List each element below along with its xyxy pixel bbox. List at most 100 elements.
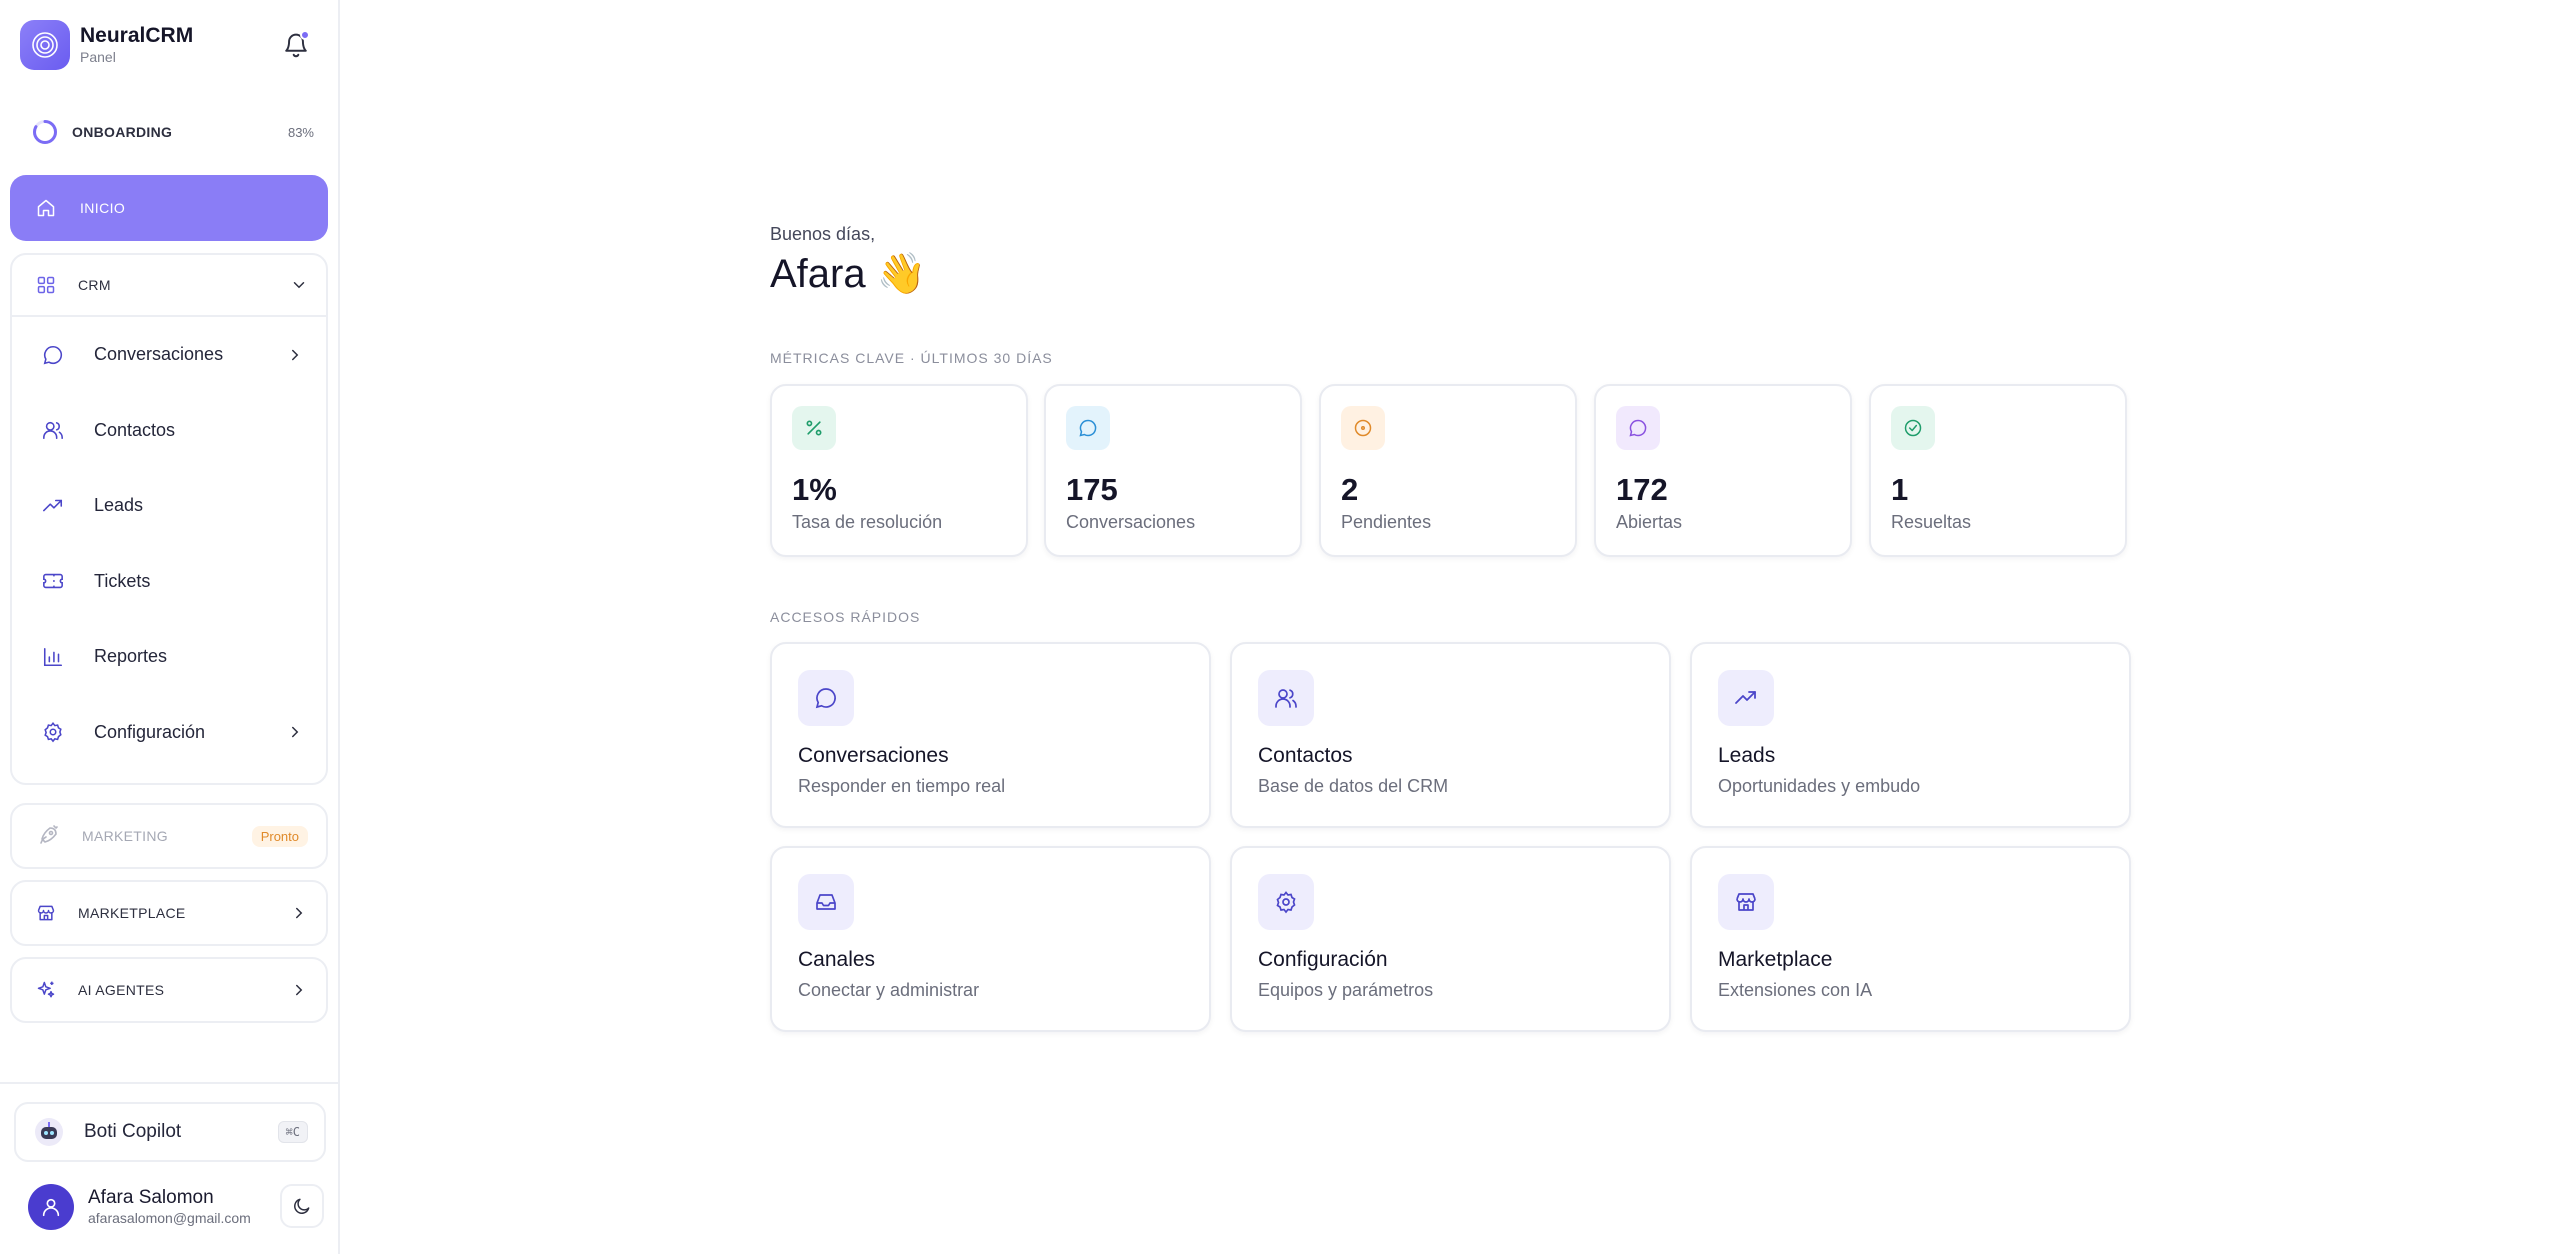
- users-icon: [43, 422, 63, 440]
- trending-up-icon: [43, 499, 63, 512]
- user-name: Afara Salomon: [88, 1187, 214, 1208]
- brand-logo-icon: [20, 20, 70, 70]
- quick-card-canales[interactable]: Canales Conectar y administrar: [770, 846, 1211, 1032]
- onboarding-progress[interactable]: ONBOARDING 83%: [32, 117, 314, 147]
- metric-label: Tasa de resolución: [792, 512, 943, 532]
- coming-soon-badge: Pronto: [251, 825, 308, 847]
- brand-subtitle: Panel: [80, 49, 116, 65]
- metric-label: Pendientes: [1341, 512, 1432, 532]
- chevron-right-icon: [296, 907, 303, 919]
- sidebar-item-leads[interactable]: Leads: [12, 468, 326, 544]
- progress-ring-icon: [33, 120, 57, 144]
- sparkles-icon: [37, 981, 55, 998]
- notifications-button[interactable]: [282, 30, 312, 62]
- copilot-button[interactable]: Boti Copilot ⌘C: [14, 1102, 326, 1162]
- quick-card-title: Conversaciones: [798, 744, 949, 767]
- crm-label: CRM: [78, 277, 111, 293]
- home-icon: [37, 199, 55, 217]
- user-profile[interactable]: Afara Salomon afarasalomon@gmail.com: [28, 1184, 251, 1230]
- quick-icon-wrap: [798, 874, 854, 930]
- quick-card-title: Configuración: [1258, 948, 1388, 971]
- quick-card-title: Leads: [1718, 744, 1776, 767]
- check-circle-icon: [1904, 419, 1922, 437]
- quick-card-desc: Conectar y administrar: [798, 980, 980, 1000]
- sidebar-item-conversaciones[interactable]: Conversaciones: [12, 317, 326, 393]
- user-email: afarasalomon@gmail.com: [88, 1210, 251, 1226]
- user-icon: [42, 1198, 60, 1217]
- metrics-section-label: MÉTRICAS CLAVE · ÚLTIMOS 30 DÍAS: [770, 350, 1053, 366]
- quick-icon-wrap: [1718, 874, 1774, 930]
- quick-card-desc: Oportunidades y embudo: [1718, 776, 1921, 796]
- sidebar-item-label: Reportes: [94, 646, 168, 667]
- nav-home[interactable]: INICIO: [10, 175, 328, 241]
- sidebar: NeuralCRM Panel ONBOARDING 83% INICIO CR…: [0, 0, 340, 1254]
- sidebar-item-marketplace[interactable]: MARKETPLACE: [10, 880, 328, 946]
- metric-card-conversaciones: 175 Conversaciones: [1044, 384, 1302, 557]
- percent-icon: [806, 420, 822, 436]
- metric-icon-wrap: [1891, 406, 1935, 450]
- greeting-name: Afara 👋: [770, 252, 927, 296]
- sidebar-footer: Boti Copilot ⌘C Afara Salomon afarasalom…: [0, 1082, 340, 1254]
- metric-icon-wrap: [1616, 406, 1660, 450]
- metric-icon-wrap: [1066, 406, 1110, 450]
- quick-card-marketplace[interactable]: Marketplace Extensiones con IA: [1690, 846, 2131, 1032]
- sidebar-item-marketing[interactable]: MARKETING Pronto: [10, 803, 328, 869]
- chat-bubble-icon: [43, 345, 63, 365]
- sidebar-item-label: Leads: [94, 495, 144, 516]
- quick-card-desc: Base de datos del CRM: [1258, 776, 1449, 796]
- bar-chart-icon: [43, 647, 63, 666]
- rocket-icon: [40, 825, 58, 844]
- metric-value: 2: [1341, 472, 1359, 507]
- trending-up-icon: [1735, 691, 1756, 704]
- sidebar-item-ai-agentes[interactable]: AI AGENTES: [10, 957, 328, 1023]
- quick-icon-wrap: [1258, 874, 1314, 930]
- quick-icon-wrap: [798, 670, 854, 726]
- quick-card-title: Marketplace: [1718, 948, 1833, 971]
- quick-card-desc: Responder en tiempo real: [798, 776, 1006, 796]
- chat-bubble-icon: [1079, 419, 1097, 437]
- users-icon: [1275, 689, 1297, 708]
- greeting-subtitle: Buenos días,: [770, 224, 876, 244]
- quick-card-leads[interactable]: Leads Oportunidades y embudo: [1690, 642, 2131, 828]
- sidebar-item-tickets[interactable]: Tickets: [12, 544, 326, 620]
- marketplace-label: MARKETPLACE: [78, 905, 186, 921]
- gear-icon: [1276, 891, 1296, 914]
- theme-toggle-button[interactable]: [280, 1184, 324, 1228]
- crm-section: CRM Conversaciones Contactos Leads Ticke…: [10, 253, 328, 785]
- metric-value: 1: [1891, 472, 1909, 507]
- gear-icon: [44, 722, 62, 743]
- ai-agentes-label: AI AGENTES: [78, 982, 165, 998]
- quick-card-contactos[interactable]: Contactos Base de datos del CRM: [1230, 642, 1671, 828]
- avatar: [28, 1184, 74, 1230]
- robot-icon: [35, 1118, 63, 1146]
- metric-card-abiertas: 172 Abiertas: [1594, 384, 1852, 557]
- metric-card-resolution: 1% Tasa de resolución: [770, 384, 1028, 557]
- sidebar-item-label: Configuración: [94, 721, 206, 742]
- metric-label: Abiertas: [1616, 512, 1683, 532]
- brand[interactable]: NeuralCRM Panel: [20, 20, 193, 70]
- sidebar-item-reportes[interactable]: Reportes: [12, 619, 326, 695]
- clock-circle-icon: [1354, 419, 1372, 437]
- sidebar-item-contactos[interactable]: Contactos: [12, 393, 326, 469]
- sidebar-item-label: Conversaciones: [94, 344, 224, 365]
- chevron-right-icon: [296, 984, 303, 996]
- marketing-label: MARKETING: [82, 828, 168, 844]
- quick-card-title: Canales: [798, 948, 876, 971]
- quick-icon-wrap: [1718, 670, 1774, 726]
- keyboard-shortcut: ⌘C: [277, 1121, 308, 1143]
- crm-toggle[interactable]: CRM: [12, 255, 326, 317]
- quick-access-section-label: ACCESOS RÁPIDOS: [770, 609, 921, 625]
- quick-card-configuracion[interactable]: Configuración Equipos y parámetros: [1230, 846, 1671, 1032]
- quick-card-desc: Extensiones con IA: [1718, 980, 1873, 1000]
- onboarding-label: ONBOARDING: [72, 124, 173, 140]
- quick-card-conversaciones[interactable]: Conversaciones Responder en tiempo real: [770, 642, 1211, 828]
- main-content: Buenos días, Afara 👋 MÉTRICAS CLAVE · ÚL…: [342, 0, 2560, 1254]
- metric-value: 1%: [792, 472, 837, 507]
- chat-bubble-icon: [1629, 419, 1647, 437]
- ticket-icon: [43, 574, 63, 589]
- store-icon: [37, 905, 55, 921]
- chat-bubble-icon: [815, 688, 836, 709]
- sidebar-item-label: Contactos: [94, 419, 176, 440]
- sidebar-item-configuracion[interactable]: Configuración: [12, 695, 326, 771]
- metric-card-resueltas: 1 Resueltas: [1869, 384, 2127, 557]
